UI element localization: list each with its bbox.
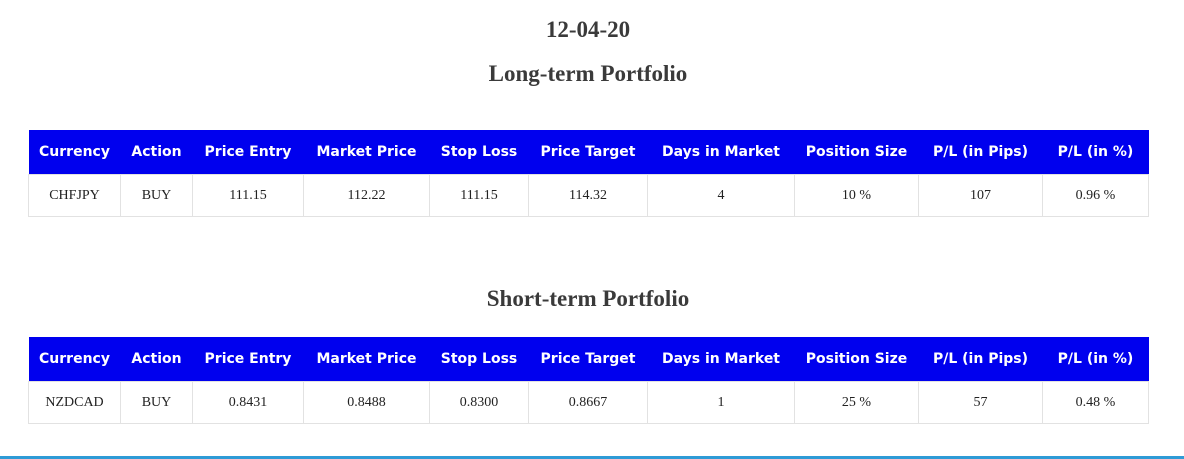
short-term-portfolio-table: Currency Action Price Entry Market Price…: [28, 337, 1149, 424]
cell-market-price: 112.22: [303, 174, 430, 217]
table-row: CHFJPY BUY 111.15 112.22 111.15 114.32 4…: [28, 174, 1149, 217]
cell-price-entry: 0.8431: [192, 381, 304, 424]
cell-stop-loss: 0.8300: [429, 381, 529, 424]
column-header-price-entry: Price Entry: [192, 130, 304, 175]
cell-price-target: 0.8667: [528, 381, 648, 424]
cell-action: BUY: [120, 174, 193, 217]
table-row: NZDCAD BUY 0.8431 0.8488 0.8300 0.8667 1…: [28, 381, 1149, 424]
column-header-action: Action: [120, 130, 193, 175]
column-header-currency: Currency: [28, 130, 121, 175]
cell-pl-pips: 107: [918, 174, 1043, 217]
column-header-stop-loss: Stop Loss: [429, 337, 529, 382]
column-header-price-target: Price Target: [528, 337, 648, 382]
cell-market-price: 0.8488: [303, 381, 430, 424]
column-header-market-price: Market Price: [303, 337, 430, 382]
page-date-title: 12-04-20: [545, 17, 631, 42]
short-term-portfolio-title: Short-term Portfolio: [486, 286, 690, 311]
column-header-currency: Currency: [28, 337, 121, 382]
cell-price-entry: 111.15: [192, 174, 304, 217]
column-header-action: Action: [120, 337, 193, 382]
cell-action: BUY: [120, 381, 193, 424]
column-header-days-in-market: Days in Market: [647, 337, 795, 382]
column-header-position-size: Position Size: [794, 337, 919, 382]
column-header-pl-percent: P/L (in %): [1042, 130, 1149, 175]
cell-position-size: 10 %: [794, 174, 919, 217]
column-header-days-in-market: Days in Market: [647, 130, 795, 175]
column-header-price-entry: Price Entry: [192, 337, 304, 382]
long-term-portfolio-title: Long-term Portfolio: [488, 61, 688, 86]
cell-days-in-market: 1: [647, 381, 795, 424]
column-header-position-size: Position Size: [794, 130, 919, 175]
column-header-pl-pips: P/L (in Pips): [918, 337, 1043, 382]
cell-price-target: 114.32: [528, 174, 648, 217]
cell-stop-loss: 111.15: [429, 174, 529, 217]
cell-currency: CHFJPY: [28, 174, 121, 217]
cell-pl-percent: 0.48 %: [1042, 381, 1149, 424]
cell-currency: NZDCAD: [28, 381, 121, 424]
table-header-row: Currency Action Price Entry Market Price…: [28, 130, 1149, 175]
column-header-pl-percent: P/L (in %): [1042, 337, 1149, 382]
column-header-pl-pips: P/L (in Pips): [918, 130, 1043, 175]
column-header-market-price: Market Price: [303, 130, 430, 175]
cell-position-size: 25 %: [794, 381, 919, 424]
cell-pl-pips: 57: [918, 381, 1043, 424]
cell-pl-percent: 0.96 %: [1042, 174, 1149, 217]
column-header-price-target: Price Target: [528, 130, 648, 175]
cell-days-in-market: 4: [647, 174, 795, 217]
table-header-row: Currency Action Price Entry Market Price…: [28, 337, 1149, 382]
long-term-portfolio-table: Currency Action Price Entry Market Price…: [28, 130, 1149, 217]
column-header-stop-loss: Stop Loss: [429, 130, 529, 175]
